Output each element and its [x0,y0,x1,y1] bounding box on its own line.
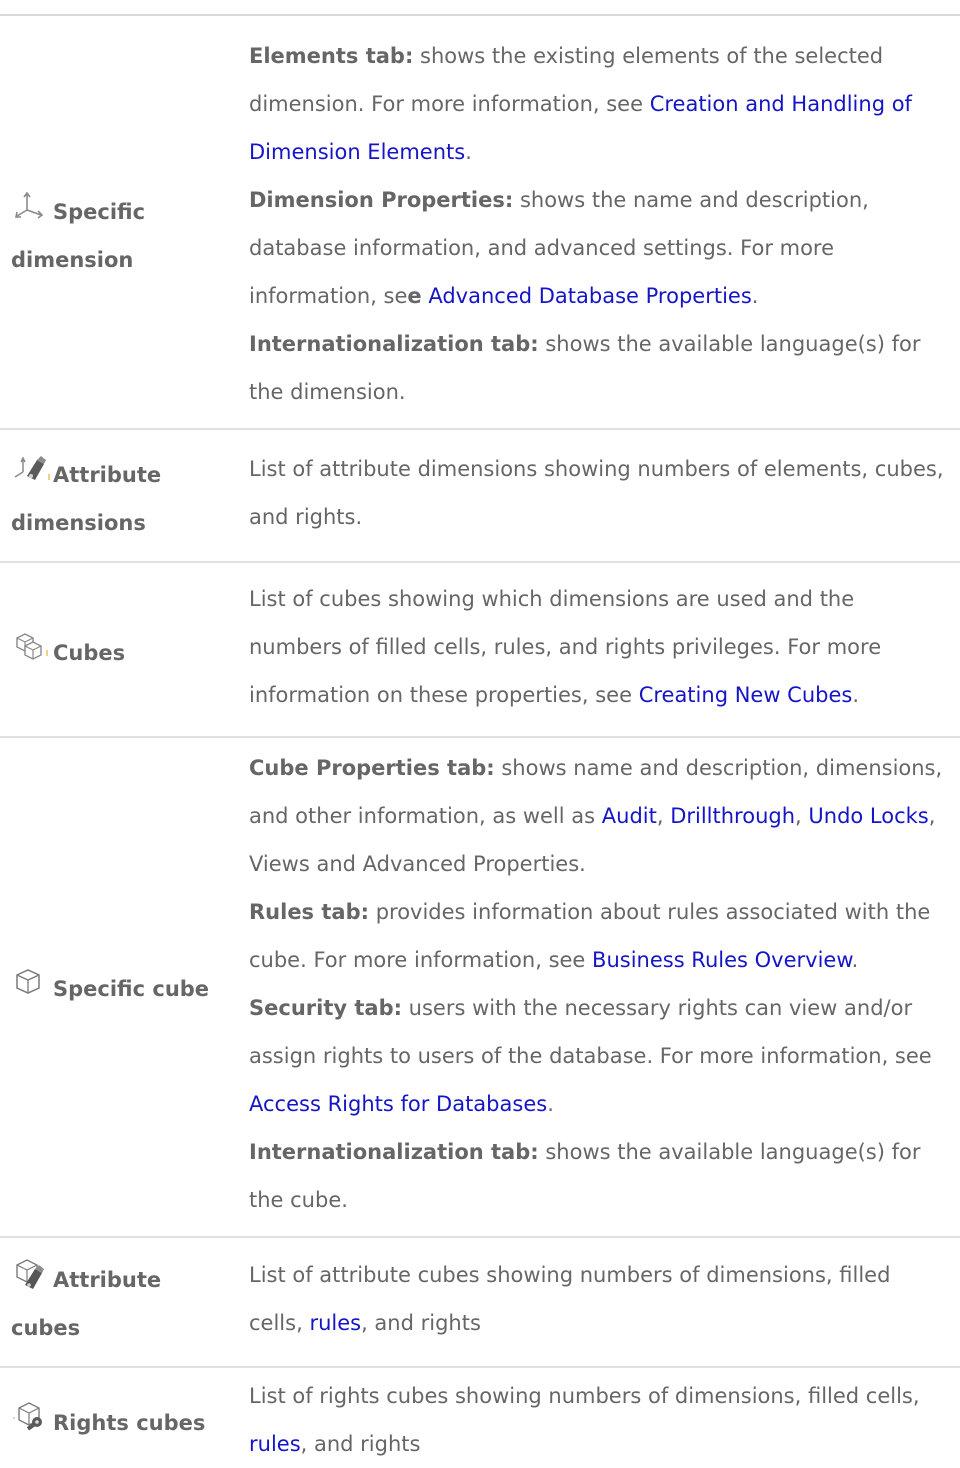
top-divider [0,14,960,16]
link-advanced-database-properties[interactable]: Advanced Database Properties [428,284,751,308]
paragraph-tail: . [465,140,472,164]
row-label-line1: Specific [53,200,146,224]
row-text: List of rights cubes showing numbers of … [249,1384,920,1408]
row-label: Cubes [0,562,249,738]
table-row: Rights cubes List of rights cubes showin… [0,1367,960,1468]
row-label-line2: dimensions [11,510,146,535]
row-text: List of attribute dimensions showing num… [249,456,944,529]
reference-table: Specific dimension Elements tab: shows t… [0,26,960,1468]
row-label-line1: Rights cubes [53,1411,206,1435]
table-row: Specific cube Cube Properties tab: shows… [0,737,960,1238]
attribute-dimension-icon [11,452,51,486]
row-description: Elements tab: shows the existing element… [249,26,960,430]
link-drillthrough[interactable]: Drillthrough [670,804,795,828]
paragraph-bold-letter: e [407,284,422,308]
link-rules[interactable]: rules [249,1432,301,1456]
table-row: Attribute dimensions List of attribute d… [0,429,960,563]
paragraph-head: Cube Properties tab: [249,756,495,780]
row-tail: , and rights [300,1432,421,1456]
link-access-rights-for-databases[interactable]: Access Rights for Databases [249,1092,547,1116]
row-tail: , and rights [361,1311,481,1335]
rights-cube-icon [11,1400,51,1434]
row-label-line1: Attribute [53,1268,162,1292]
paragraph-tail: . [851,948,859,972]
row-description: List of attribute dimensions showing num… [249,429,960,563]
row-label-line1: Attribute [53,462,162,487]
paragraph-tail: . [751,284,759,308]
paragraph-head: Security tab: [249,996,402,1020]
paragraph-head: Internationalization tab: [249,332,539,356]
row-label: Specific cube [0,737,249,1238]
paragraph-head: Dimension Properties: [249,188,514,212]
dimension-axes-icon [11,189,51,223]
link-audit[interactable]: Audit [602,804,657,828]
row-label-line1: Cubes [53,640,126,665]
paragraph-tail: . [547,1092,554,1116]
paragraph-head: Rules tab: [249,900,370,924]
cube-icon [11,966,51,1000]
row-label: Specific dimension [0,26,249,430]
separator: , [656,804,671,828]
link-rules[interactable]: rules [309,1311,361,1335]
link-business-rules-overview[interactable]: Business Rules Overview [592,948,852,972]
row-label: Attribute dimensions [0,429,249,563]
separator: , [795,804,809,828]
row-label-line2: dimension [11,248,134,272]
paragraph-head: Elements tab: [249,44,414,68]
row-description: List of rights cubes showing numbers of … [249,1367,960,1468]
table-row: Specific dimension Elements tab: shows t… [0,26,960,430]
row-tail: . [852,682,860,707]
row-label-line1: Specific cube [53,977,210,1001]
cubes-icon [11,630,51,664]
row-label: Attribute cubes [0,1237,249,1368]
attribute-cube-icon [11,1257,51,1291]
row-description: List of cubes showing which dimensions a… [249,562,960,738]
row-description: Cube Properties tab: shows name and desc… [249,737,960,1238]
paragraph-head: Internationalization tab: [249,1140,539,1164]
table-row: Attribute cubes List of attribute cubes … [0,1237,960,1368]
row-label-line2: cubes [11,1316,81,1340]
row-label: Rights cubes [0,1367,249,1468]
link-creating-new-cubes[interactable]: Creating New Cubes [639,683,853,707]
link-undo-locks[interactable]: Undo Locks [808,804,928,828]
row-description: List of attribute cubes showing numbers … [249,1237,960,1368]
table-row: Cubes List of cubes showing which dimens… [0,562,960,738]
